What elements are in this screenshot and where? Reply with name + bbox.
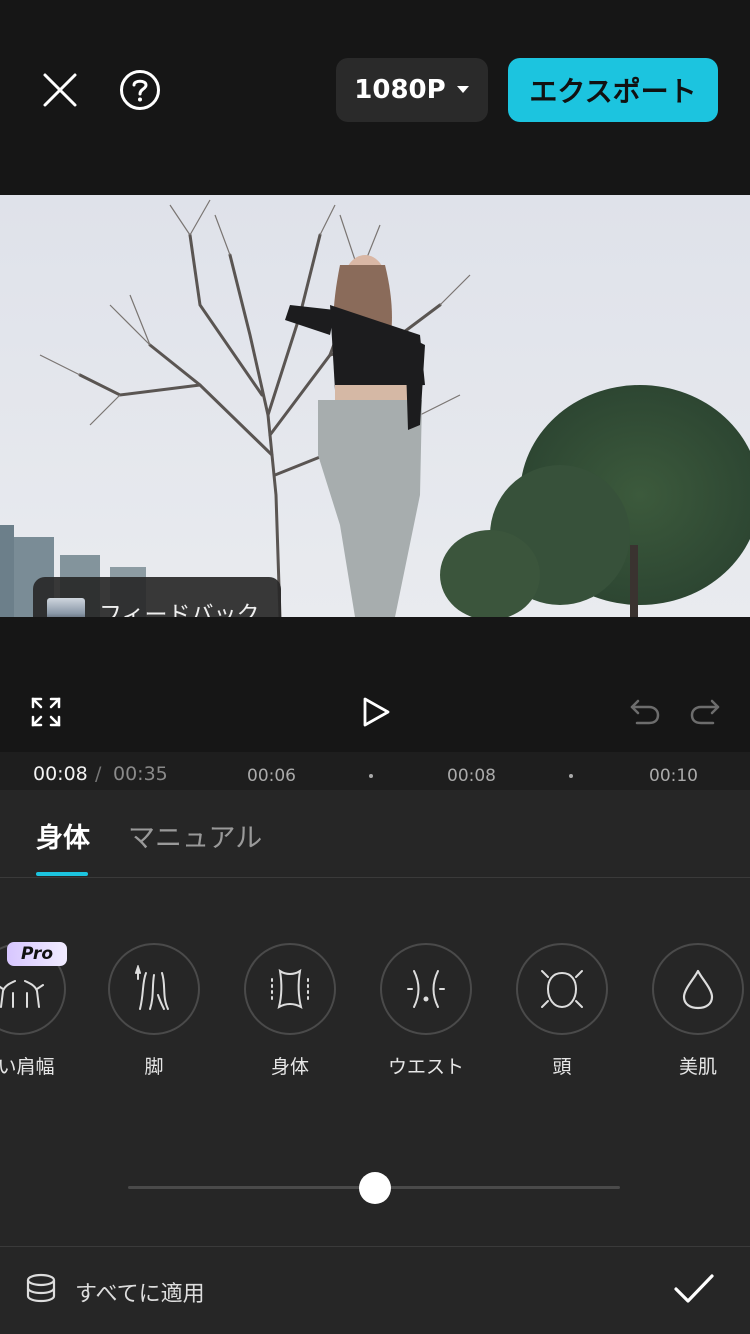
caret-down-icon	[456, 86, 469, 93]
active-tab-indicator	[36, 872, 88, 876]
option-label: 脚	[144, 1056, 164, 1078]
apply-all-label[interactable]: すべてに適用	[75, 1276, 205, 1308]
video-frame-image	[0, 195, 750, 617]
option-body[interactable]	[244, 943, 336, 1035]
waist-icon	[407, 970, 445, 1008]
undo-icon[interactable]	[628, 696, 662, 728]
divider	[0, 1246, 750, 1247]
body-icon	[271, 968, 309, 1010]
redo-icon[interactable]	[688, 696, 722, 728]
playback-controls	[0, 617, 750, 752]
timeline-tick: 00:06	[247, 766, 296, 786]
tab-manual[interactable]: マニュアル	[128, 816, 262, 855]
option-waist[interactable]	[380, 943, 472, 1035]
fullscreen-icon[interactable]	[28, 694, 64, 730]
head-icon	[541, 970, 583, 1009]
option-skin[interactable]	[652, 943, 744, 1035]
option-legs[interactable]	[108, 943, 200, 1035]
total-time: 00:35	[113, 763, 168, 785]
timeline-tick: 00:08	[447, 766, 496, 786]
divider	[0, 877, 750, 878]
export-button[interactable]: エクスポート	[508, 58, 718, 122]
help-icon[interactable]	[118, 68, 162, 112]
timeline-dot	[569, 774, 573, 778]
legs-icon	[135, 965, 169, 1010]
option-label: ウエスト	[387, 1056, 464, 1078]
pro-badge: Pro	[7, 942, 67, 966]
tab-body[interactable]: 身体	[36, 816, 90, 855]
option-label: い肩幅	[0, 1056, 55, 1078]
current-time: 00:08	[33, 763, 88, 785]
layers-icon[interactable]	[24, 1272, 58, 1308]
resolution-dropdown[interactable]: 1080P	[336, 58, 488, 122]
option-label: 美肌	[678, 1056, 717, 1078]
intensity-slider-thumb[interactable]	[359, 1172, 391, 1204]
timeline-dot	[369, 774, 373, 778]
timeline-tick: 00:10	[649, 766, 698, 786]
play-icon[interactable]	[358, 694, 394, 730]
skin-drop-icon	[682, 969, 714, 1010]
check-icon[interactable]	[672, 1272, 716, 1306]
shoulder-icon	[0, 980, 44, 1008]
resolution-label: 1080P	[354, 75, 446, 105]
time-separator: /	[95, 763, 102, 785]
video-preview[interactable]	[0, 195, 750, 617]
option-label: 頭	[552, 1056, 572, 1078]
option-label: 身体	[270, 1056, 309, 1078]
close-icon[interactable]	[38, 68, 82, 112]
option-head[interactable]	[516, 943, 608, 1035]
